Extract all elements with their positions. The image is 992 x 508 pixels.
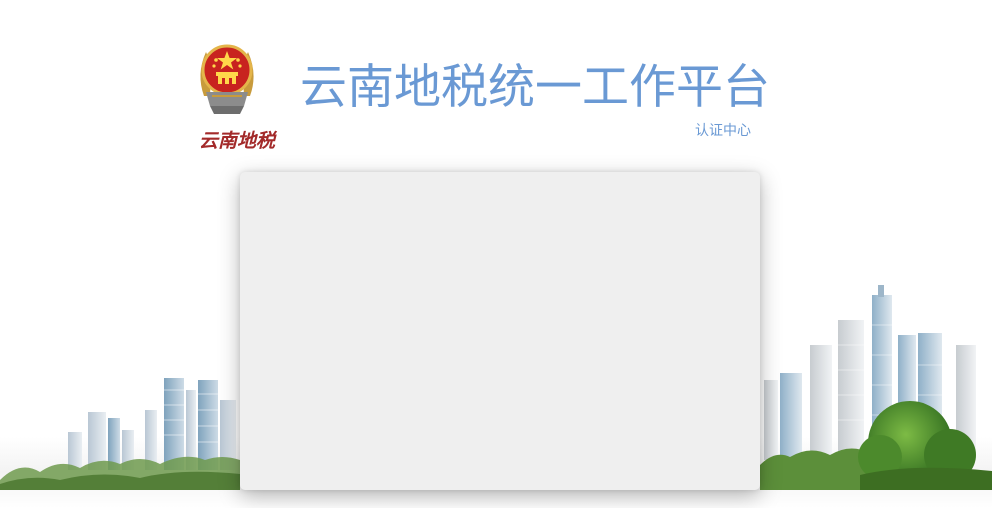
page-title: 云南地税统一工作平台 — [300, 60, 770, 115]
login-panel — [240, 172, 760, 490]
page-subtitle: 认证中心 — [695, 123, 751, 139]
brand-script-logo: 云南地税 — [199, 130, 276, 152]
left-skyline-illustration — [0, 378, 240, 490]
login-page: 云南地税 云南地税统一工作平台 认证中心 — [0, 0, 992, 508]
tax-emblem-icon — [200, 44, 254, 114]
right-skyline-illustration — [760, 285, 992, 490]
